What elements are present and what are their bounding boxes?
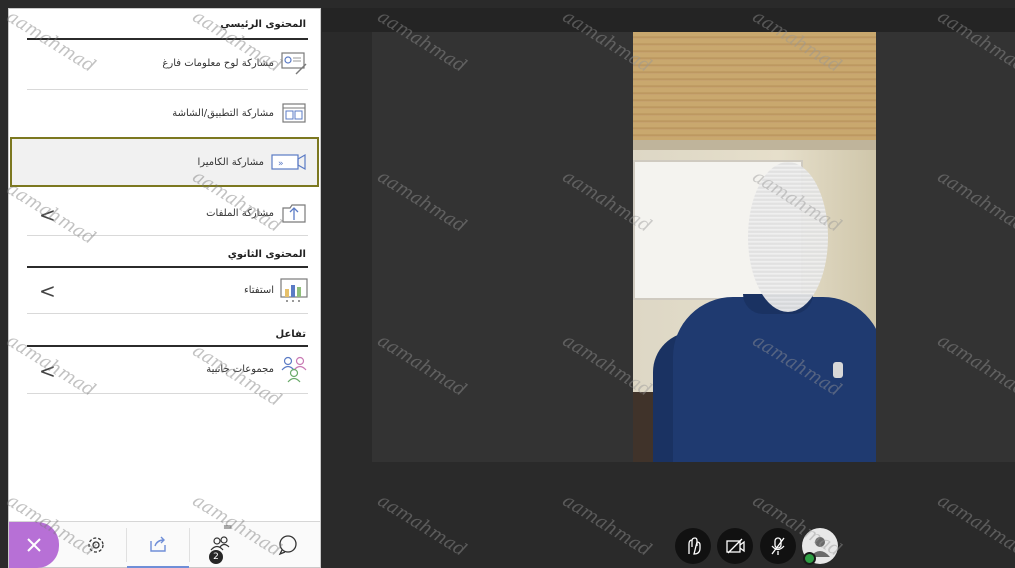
breakout-expand-chevron-icon[interactable]: < xyxy=(39,361,56,381)
gear-icon xyxy=(88,537,104,553)
share-camera-item[interactable]: مشاركة الكاميرا » xyxy=(27,142,308,182)
poll-expand-chevron-icon[interactable]: < xyxy=(39,281,56,301)
section-divider xyxy=(27,38,308,40)
share-application-label: مشاركة التطبيق/الشاشة xyxy=(172,107,274,119)
item-divider xyxy=(27,89,308,90)
poll-icon xyxy=(280,276,308,304)
breakout-groups-label: مجموعات جانبية xyxy=(206,363,274,375)
share-content-button[interactable] xyxy=(127,522,189,568)
raise-hand-icon xyxy=(688,537,701,555)
section-title-secondary: المحتوى الثانوي xyxy=(227,249,306,260)
panel-toolbar: ═ 2 xyxy=(9,521,320,568)
chat-icon xyxy=(278,535,297,556)
share-camera-label: مشاركة الكاميرا xyxy=(197,156,264,168)
video-ledge xyxy=(633,140,876,150)
mic-off-icon xyxy=(771,537,785,555)
svg-text:»: » xyxy=(278,159,284,169)
section-title-interaction: تفاعل xyxy=(275,329,306,340)
section-divider xyxy=(27,266,308,268)
video-shirt-logo xyxy=(833,362,843,378)
stage-header-bar xyxy=(322,8,1015,32)
microphone-toggle-button[interactable] xyxy=(760,528,796,564)
camera-toggle-button[interactable] xyxy=(717,528,753,564)
poll-item[interactable]: استفتاء xyxy=(27,270,308,310)
share-whiteboard-item[interactable]: مشاركة لوح معلومات فارغ xyxy=(27,43,308,83)
video-person-shirt xyxy=(673,297,876,462)
attendees-count-badge: 2 xyxy=(209,550,223,564)
whiteboard-icon xyxy=(280,49,308,77)
settings-button[interactable] xyxy=(65,522,127,568)
files-expand-chevron-icon[interactable]: < xyxy=(39,205,56,225)
section-divider xyxy=(27,345,308,347)
camera-share-icon: » xyxy=(270,148,308,176)
share-icon xyxy=(150,536,166,552)
drag-grip-icon[interactable]: ═ xyxy=(224,521,231,533)
item-divider xyxy=(27,393,308,394)
poll-label: استفتاء xyxy=(244,284,274,296)
file-share-icon xyxy=(280,199,308,227)
screen-share-icon xyxy=(280,99,308,127)
camera-off-icon xyxy=(726,538,745,554)
camera-video-feed xyxy=(633,32,876,462)
chat-button[interactable] xyxy=(257,522,319,568)
breakout-groups-icon xyxy=(280,355,308,383)
share-whiteboard-label: مشاركة لوح معلومات فارغ xyxy=(162,57,274,69)
share-content-panel: المحتوى الرئيسي مشاركة لوح معلومات فارغ … xyxy=(8,8,321,568)
section-title-primary: المحتوى الرئيسي xyxy=(220,19,306,30)
breakout-groups-item[interactable]: مجموعات جانبية xyxy=(27,349,308,389)
status-online-indicator xyxy=(803,552,816,565)
close-icon xyxy=(27,538,41,552)
video-blurred-face xyxy=(748,162,828,312)
video-window-blind xyxy=(633,32,876,142)
close-panel-button[interactable] xyxy=(9,522,59,568)
raise-hand-button[interactable] xyxy=(675,528,711,564)
item-divider xyxy=(27,313,308,314)
share-files-label: مشاركة الملفات xyxy=(206,207,274,219)
item-divider xyxy=(27,235,308,236)
share-files-item[interactable]: مشاركة الملفات xyxy=(27,193,308,233)
share-application-item[interactable]: مشاركة التطبيق/الشاشة xyxy=(27,93,308,133)
